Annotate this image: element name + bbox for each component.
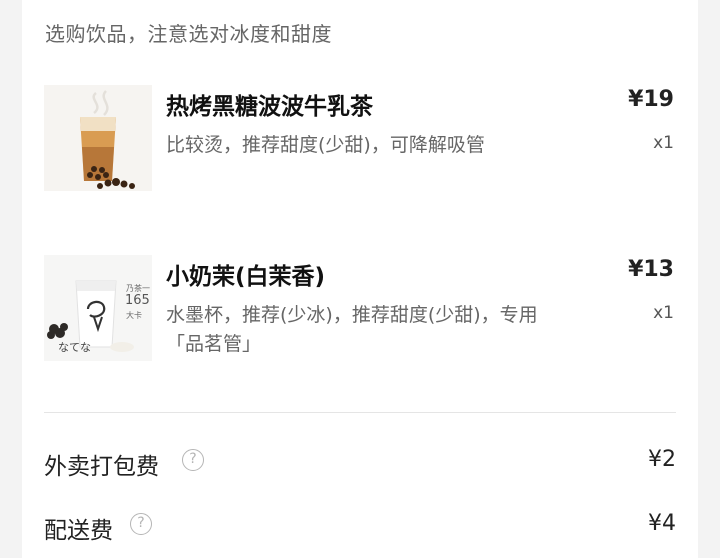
order-item[interactable]: なてな 乃茶一 165 大卡 小奶茉(白茉香) 水墨杯，推荐(少冰)，推荐甜度(… xyxy=(44,255,674,361)
question-circle-icon[interactable]: ? xyxy=(182,449,204,471)
brown-sugar-boba-milk-tea-image xyxy=(44,85,152,191)
item-quantity: x1 xyxy=(653,133,674,153)
packaging-fee-value: ¥2 xyxy=(648,447,676,472)
question-circle-icon[interactable]: ? xyxy=(130,513,152,535)
item-description: 比较烫，推荐甜度(少甜)，可降解吸管 xyxy=(166,134,485,156)
item-price: ¥19 xyxy=(628,87,674,112)
packaging-fee-label: 外卖打包费 xyxy=(44,454,159,480)
delivery-fee-value: ¥4 xyxy=(648,511,676,536)
jasmine-tea-cup-illustration: なてな xyxy=(44,255,152,361)
order-item[interactable]: 热烤黑糖波波牛乳茶 比较烫，推荐甜度(少甜)，可降解吸管 ¥19 x1 xyxy=(44,85,674,191)
delivery-fee-row: 配送费 ? ¥4 xyxy=(44,507,676,547)
delivery-fee-label: 配送费 xyxy=(44,518,113,544)
item-name: 小奶茉(白茉香) xyxy=(166,264,326,290)
item-name: 热烤黑糖波波牛乳茶 xyxy=(166,94,373,120)
section-divider xyxy=(44,412,676,413)
packaging-fee-row: 外卖打包费 ? ¥2 xyxy=(44,443,676,483)
svg-text:なてな: なてな xyxy=(58,341,91,354)
item-quantity: x1 xyxy=(653,303,674,323)
order-card: 选购饮品，注意选对冰度和甜度 热烤黑糖波波牛乳茶 比较烫，推荐甜度(少甜)，可降… xyxy=(22,0,698,558)
jasmine-milk-tea-image: なてな 乃茶一 165 大卡 xyxy=(44,255,152,361)
milk-tea-cup-illustration xyxy=(44,85,152,191)
drink-selection-notice: 选购饮品，注意选对冰度和甜度 xyxy=(45,22,332,46)
calorie-unit: 大卡 xyxy=(126,311,142,320)
item-price: ¥13 xyxy=(628,257,674,282)
calorie-value: 165 xyxy=(125,293,150,308)
item-description: 水墨杯，推荐(少冰)，推荐甜度(少甜)，专用「品茗管」 xyxy=(166,304,538,355)
